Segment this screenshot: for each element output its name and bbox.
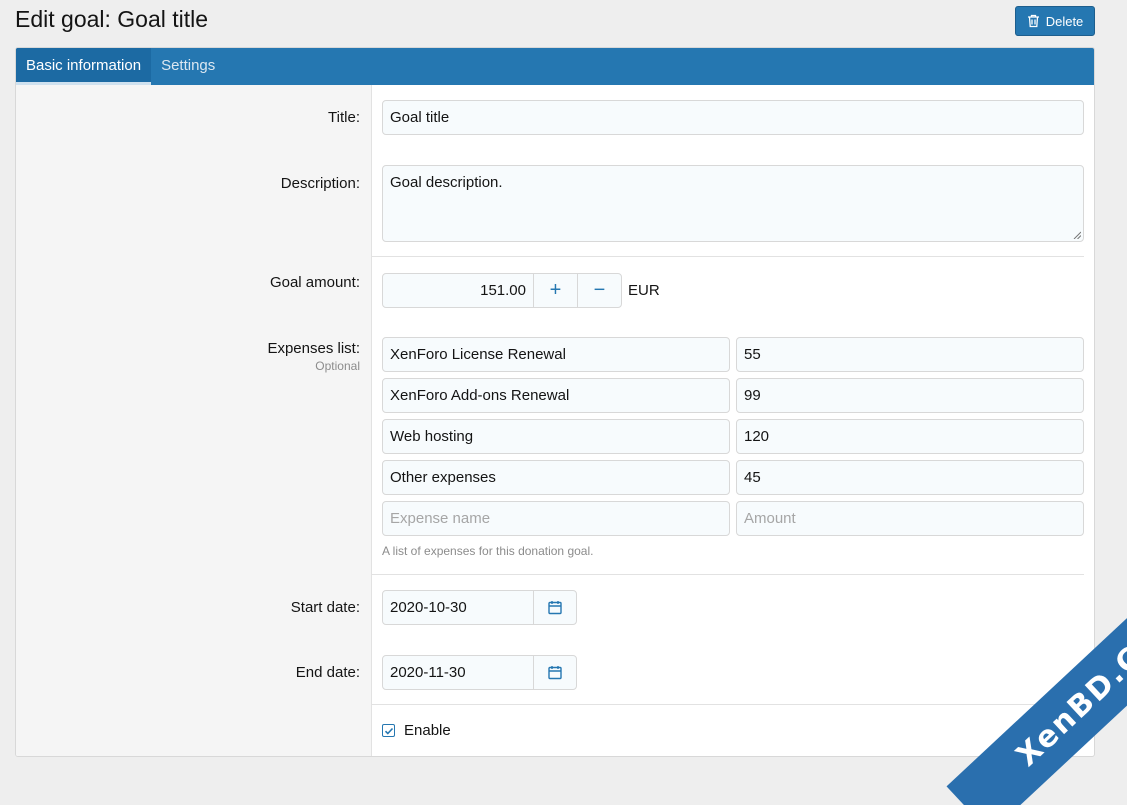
currency-label: EUR [628,282,660,299]
form-block: Basic information Settings Title: Goal t… [15,47,1095,757]
description-text: Goal description. [390,174,503,191]
optional-hint: Optional [315,359,360,373]
start-date-calendar-button[interactable] [533,591,576,624]
trash-icon [1027,14,1039,28]
expenses-explain: A list of expenses for this donation goa… [382,544,594,558]
tab-settings[interactable]: Settings [151,48,225,85]
expense-name-input[interactable]: Web hosting [382,419,730,454]
end-date-picker: 2020-11-30 [382,655,577,690]
goal-amount-label: Goal amount: [269,274,360,291]
expense-amount-input[interactable]: 45 [736,460,1084,495]
start-date-picker: 2020-10-30 [382,590,577,625]
expense-name-input[interactable]: XenForo License Renewal [382,337,730,372]
start-date-label: Start date: [290,599,360,616]
divider [372,574,1084,575]
enable-option[interactable]: Enable [382,722,451,739]
expense-amount-input[interactable]: 55 [736,337,1084,372]
divider [372,704,1084,705]
increase-button[interactable]: + [533,274,577,307]
decrease-button[interactable]: − [577,274,621,307]
end-date-calendar-button[interactable] [533,656,576,689]
expenses-label: Expenses list: Optional [267,340,360,373]
expense-name-input[interactable]: XenForo Add-ons Renewal [382,378,730,413]
end-date-input[interactable]: 2020-11-30 [383,656,533,689]
divider [372,256,1084,257]
page-title: Edit goal: Goal title [15,6,209,32]
tab-bar: Basic information Settings [16,48,1094,85]
expense-amount-input[interactable]: 99 [736,378,1084,413]
enable-label: Enable [404,722,451,739]
checkmark-icon [384,727,393,735]
title-label: Title: [328,109,360,126]
start-date-input[interactable]: 2020-10-30 [383,591,533,624]
calendar-icon [548,601,562,615]
goal-amount-stepper: 151.00 + − [382,273,622,308]
new-expense-name-input[interactable]: Expense name [382,501,730,536]
new-expense-amount-input[interactable]: Amount [736,501,1084,536]
description-textarea[interactable]: Goal description. [382,165,1084,242]
description-label: Description: [280,175,360,192]
calendar-icon [548,666,562,680]
enable-checkbox[interactable] [382,724,395,737]
expense-amount-input[interactable]: 120 [736,419,1084,454]
delete-button[interactable]: Delete [1015,6,1095,36]
end-date-label: End date: [295,664,360,681]
resize-grip-icon[interactable] [1073,231,1081,239]
goal-amount-input[interactable]: 151.00 [383,274,533,307]
expense-name-input[interactable]: Other expenses [382,460,730,495]
title-input[interactable]: Goal title [382,100,1084,135]
expenses-label-text: Expenses list: [267,340,360,357]
delete-button-label: Delete [1045,13,1084,29]
tab-basic-information[interactable]: Basic information [16,48,152,85]
